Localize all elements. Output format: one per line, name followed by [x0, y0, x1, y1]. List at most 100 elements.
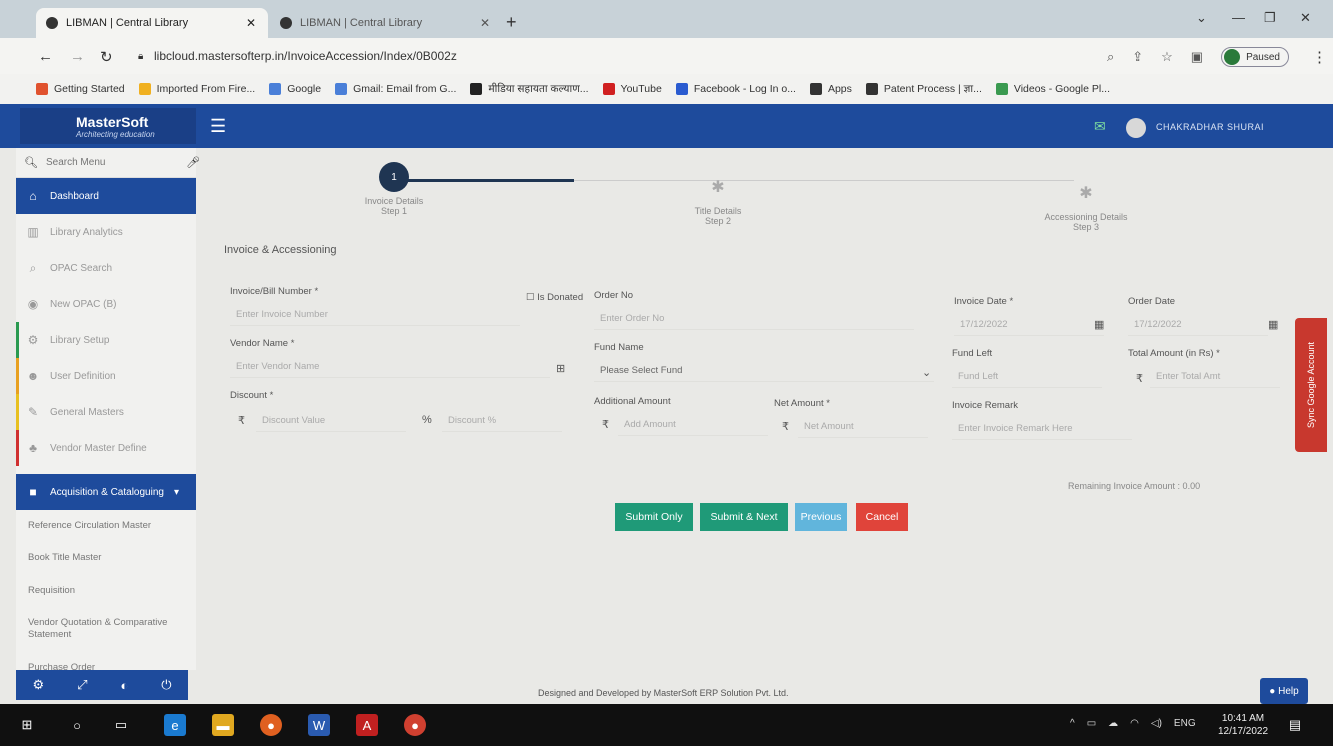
- order-no-input[interactable]: Enter Order No: [594, 308, 914, 330]
- edge-icon[interactable]: e: [164, 714, 186, 736]
- sidebar-subitem[interactable]: Vendor Quotation & Comparative Statement: [16, 607, 196, 652]
- volume-icon[interactable]: ◁): [1151, 718, 1162, 729]
- sidebar-item-dashboard[interactable]: ⌂ Dashboard: [16, 178, 196, 214]
- add-vendor-icon[interactable]: ⊞: [556, 362, 565, 375]
- sidebar-item-vendor-master-define[interactable]: ♣ Vendor Master Define: [16, 430, 196, 466]
- user-avatar[interactable]: [1126, 118, 1146, 138]
- battery-icon[interactable]: ▭: [1087, 718, 1096, 729]
- tab-search-icon[interactable]: ⌄: [1196, 10, 1207, 26]
- bookmark-item[interactable]: Facebook - Log In o...: [675, 83, 796, 95]
- power-icon[interactable]: ⏻: [161, 677, 171, 693]
- brand-logo[interactable]: MasterSoft Architecting education: [20, 108, 196, 144]
- language-indicator[interactable]: ENG: [1174, 718, 1196, 729]
- sidebar-item-library-analytics[interactable]: ▥ Library Analytics: [16, 214, 196, 250]
- word-icon[interactable]: W: [308, 714, 330, 736]
- notifications-icon[interactable]: ▤: [1284, 714, 1306, 736]
- cancel-button[interactable]: Cancel: [856, 503, 908, 531]
- invoice-number-input[interactable]: Enter Invoice Number: [230, 304, 520, 326]
- discount-percent-input[interactable]: Discount %: [442, 410, 562, 432]
- sidebar-item-new-opac-b-[interactable]: ◉ New OPAC (B): [16, 286, 196, 322]
- sidebar-item-user-definition[interactable]: ☻ User Definition: [16, 358, 196, 394]
- clock[interactable]: 10:41 AM 12/17/2022: [1218, 712, 1268, 738]
- sidebar-item-library-setup[interactable]: ⚙ Library Setup: [16, 322, 196, 358]
- bookmark-item[interactable]: Imported From Fire...: [138, 83, 255, 95]
- browser-tab-active[interactable]: LIBMAN | Central Library ✕: [36, 8, 268, 38]
- fund-name-select[interactable]: Please Select Fund: [594, 360, 934, 382]
- sidebar-subitem[interactable]: Reference Circulation Master: [16, 510, 196, 542]
- total-amount-label: Total Amount (in Rs) *: [1128, 348, 1220, 359]
- theme-icon[interactable]: ◐: [120, 678, 128, 693]
- minimize-icon[interactable]: —: [1232, 10, 1245, 25]
- submit-next-button[interactable]: Submit & Next: [700, 503, 788, 531]
- bookmark-item[interactable]: YouTube: [602, 83, 662, 95]
- bookmark-icon: [809, 83, 822, 95]
- additional-amount-input[interactable]: Add Amount: [618, 414, 768, 436]
- tab-title: LIBMAN | Central Library: [66, 17, 189, 29]
- browser-tab-inactive[interactable]: LIBMAN | Central Library ✕: [270, 8, 502, 38]
- bookmark-item[interactable]: Patent Process | ज्ञा...: [865, 82, 982, 96]
- sidebar-subitem[interactable]: Requisition: [16, 575, 196, 607]
- firefox-icon[interactable]: ●: [260, 714, 282, 736]
- task-view-icon[interactable]: ▭: [110, 714, 132, 736]
- acrobat-icon[interactable]: A: [356, 714, 378, 736]
- network-icon[interactable]: ◠: [1130, 718, 1139, 729]
- sidebar-item-opac-search[interactable]: ⌕ OPAC Search: [16, 250, 196, 286]
- bookmark-item[interactable]: Google: [269, 83, 321, 95]
- reload-icon[interactable]: ↻: [100, 48, 113, 66]
- step-invoice-details[interactable]: 1 Invoice Details Step 1: [334, 162, 454, 216]
- step-accessioning-details[interactable]: ✱ Accessioning Details Step 3: [1026, 178, 1146, 232]
- invoice-date-input[interactable]: 17/12/2022: [954, 314, 1104, 336]
- order-no-label: Order No: [594, 290, 634, 301]
- total-amount-input[interactable]: Enter Total Amt: [1150, 366, 1280, 388]
- bookmark-item[interactable]: Apps: [809, 83, 852, 95]
- maximize-icon[interactable]: ❐: [1264, 10, 1276, 26]
- profile-button[interactable]: Paused: [1221, 47, 1289, 67]
- zoom-icon[interactable]: ⌕: [1107, 49, 1114, 65]
- share-icon[interactable]: ⇪: [1132, 49, 1143, 65]
- help-button[interactable]: ● Help: [1260, 678, 1308, 704]
- order-date-input[interactable]: 17/12/2022: [1128, 314, 1268, 336]
- browser-menu-icon[interactable]: ⋮: [1312, 48, 1327, 66]
- notification-icon[interactable]: ✉: [1094, 118, 1106, 135]
- close-tab-icon[interactable]: ✕: [478, 16, 492, 30]
- sidebar-section-acquisition[interactable]: ■ Acquisition & Cataloguing ▾: [16, 474, 196, 510]
- chrome-icon[interactable]: ●: [404, 714, 426, 736]
- fullscreen-icon[interactable]: ⤢: [77, 677, 87, 693]
- bookmark-item[interactable]: Getting Started: [36, 83, 125, 95]
- bookmark-star-icon[interactable]: ☆: [1161, 49, 1173, 65]
- chevron-up-icon[interactable]: ^: [1070, 718, 1075, 729]
- sidepanel-icon[interactable]: ▣: [1191, 49, 1203, 65]
- hamburger-menu-icon[interactable]: ☰: [210, 116, 226, 137]
- sidebar-item-general-masters[interactable]: ✎ General Masters: [16, 394, 196, 430]
- menu-search-input[interactable]: [45, 157, 178, 168]
- calendar-icon[interactable]: ▦: [1268, 318, 1278, 331]
- close-tab-icon[interactable]: ✕: [244, 16, 258, 30]
- bookmark-item[interactable]: मीडिया सहायता कल्याण...: [470, 82, 589, 96]
- cloud-icon[interactable]: ☁: [1108, 718, 1118, 729]
- sidebar-subitem[interactable]: Book Title Master: [16, 542, 196, 574]
- window-close-icon[interactable]: ✕: [1300, 10, 1311, 26]
- donated-checkbox[interactable]: ☐ Is Donated: [526, 292, 583, 303]
- settings-icon[interactable]: ⚙: [32, 677, 44, 693]
- discount-value-input[interactable]: Discount Value: [256, 410, 406, 432]
- bookmark-item[interactable]: Gmail: Email from G...: [335, 83, 456, 95]
- invoice-remark-input[interactable]: Enter Invoice Remark Here: [952, 418, 1132, 440]
- submit-only-button[interactable]: Submit Only: [615, 503, 693, 531]
- previous-button[interactable]: Previous: [795, 503, 847, 531]
- step-title-details[interactable]: ✱ Title Details Step 2: [658, 172, 778, 226]
- fund-left-input[interactable]: Fund Left: [952, 366, 1102, 388]
- file-explorer-icon[interactable]: ▬: [212, 714, 234, 736]
- user-name[interactable]: CHAKRADHAR SHURAI: [1156, 122, 1264, 132]
- chevron-down-icon[interactable]: ⌄: [922, 366, 931, 379]
- windows-start-icon[interactable]: ⊞: [16, 714, 38, 736]
- new-tab-icon[interactable]: +: [506, 12, 517, 33]
- bookmark-item[interactable]: Videos - Google Pl...: [995, 83, 1110, 95]
- net-amount-input[interactable]: Net Amount: [798, 416, 928, 438]
- sync-google-account-button[interactable]: Sync Google Account: [1295, 318, 1327, 452]
- back-icon[interactable]: ←: [38, 48, 53, 65]
- search-icon[interactable]: ○: [66, 714, 88, 736]
- vendor-name-input[interactable]: Enter Vendor Name: [230, 356, 550, 378]
- sidebar-footer-toolbar: ⚙ ⤢ ◐ ⏻: [16, 670, 188, 700]
- forward-icon[interactable]: →: [70, 48, 85, 65]
- calendar-icon[interactable]: ▦: [1094, 318, 1104, 331]
